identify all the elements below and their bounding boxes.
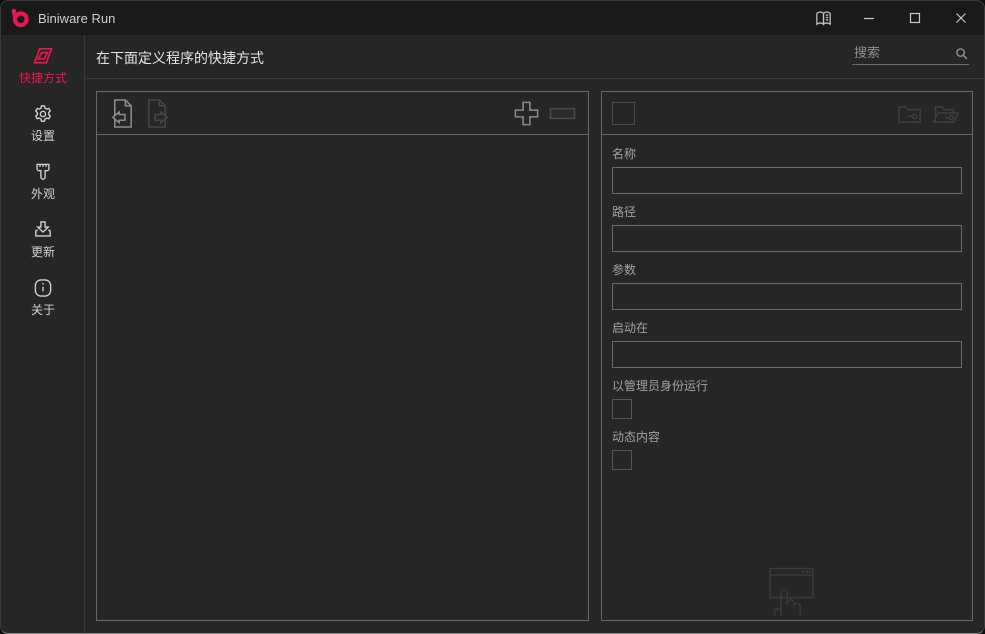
update-download-icon: [30, 219, 56, 241]
shortcut-list-toolbar: [97, 92, 588, 135]
remove-icon: [549, 99, 576, 128]
about-info-icon: [30, 277, 56, 299]
open-book-icon: [814, 9, 833, 28]
startin-field[interactable]: [612, 341, 962, 368]
path-label: 路径: [612, 203, 962, 220]
shortcut-icon-box: [612, 102, 635, 125]
sidebar-item-label: 更新: [31, 243, 55, 260]
details-toolbar: [602, 92, 972, 135]
browse-folder-open-icon: [931, 101, 960, 126]
shortcut-details-panel: 名称 路径 参数 启动在 以管理员身份运行 动态内容: [601, 91, 973, 621]
appearance-brush-icon: [30, 161, 56, 183]
sidebar-item-shortcuts[interactable]: 快捷方式: [1, 45, 85, 86]
shortcut-list-panel: [96, 91, 589, 621]
name-label: 名称: [612, 145, 962, 162]
browse-file-folder-icon: [896, 101, 923, 126]
page-title: 在下面定义程序的快捷方式: [96, 48, 264, 68]
search-icon: [955, 47, 968, 60]
header: 在下面定义程序的快捷方式: [85, 35, 984, 78]
browse-folder-button[interactable]: [931, 101, 960, 126]
sidebar-item-label: 快捷方式: [19, 69, 67, 86]
titlebar: Biniware Run: [1, 1, 984, 35]
sidebar-item-label: 设置: [31, 127, 55, 144]
sidebar-item-label: 关于: [31, 301, 55, 318]
drag-drop-window-hand-icon: [758, 567, 816, 617]
app-window: Biniware Run: [0, 0, 985, 634]
search-box: [852, 43, 969, 65]
export-file-icon: [144, 98, 171, 129]
run-as-admin-checkbox[interactable]: [612, 399, 632, 419]
maximize-button[interactable]: [892, 1, 938, 35]
browse-file-button[interactable]: [896, 101, 923, 126]
minimize-icon: [863, 12, 875, 24]
name-field[interactable]: [612, 167, 962, 194]
export-button[interactable]: [144, 98, 171, 129]
import-button[interactable]: [109, 98, 136, 129]
dynamic-content-label: 动态内容: [612, 428, 962, 445]
path-field[interactable]: [612, 225, 962, 252]
search-input[interactable]: [852, 43, 969, 65]
import-file-icon: [109, 98, 136, 129]
startin-label: 启动在: [612, 319, 962, 336]
add-icon: [512, 99, 541, 128]
header-divider: [85, 78, 984, 79]
sidebar: 快捷方式 设置 外观 更新: [1, 35, 85, 633]
close-button[interactable]: [938, 1, 984, 35]
app-title: Biniware Run: [38, 11, 115, 26]
settings-gear-icon: [30, 103, 56, 125]
sidebar-item-update[interactable]: 更新: [1, 219, 85, 260]
donate-book-button[interactable]: [800, 1, 846, 35]
params-field[interactable]: [612, 283, 962, 310]
run-as-admin-label: 以管理员身份运行: [612, 377, 962, 394]
maximize-icon: [909, 12, 921, 24]
biniware-logo-icon: [10, 8, 30, 28]
sidebar-item-about[interactable]: 关于: [1, 277, 85, 318]
sidebar-item-settings[interactable]: 设置: [1, 103, 85, 144]
remove-shortcut-button[interactable]: [549, 99, 576, 128]
minimize-button[interactable]: [846, 1, 892, 35]
sidebar-divider: [84, 35, 85, 633]
add-shortcut-button[interactable]: [512, 99, 541, 128]
close-icon: [955, 12, 967, 24]
sidebar-item-label: 外观: [31, 185, 55, 202]
dynamic-content-checkbox[interactable]: [612, 450, 632, 470]
params-label: 参数: [612, 261, 962, 278]
shortcuts-icon: [30, 45, 56, 67]
sidebar-item-appearance[interactable]: 外观: [1, 161, 85, 202]
details-form: 名称 路径 参数 启动在 以管理员身份运行 动态内容: [602, 135, 972, 470]
